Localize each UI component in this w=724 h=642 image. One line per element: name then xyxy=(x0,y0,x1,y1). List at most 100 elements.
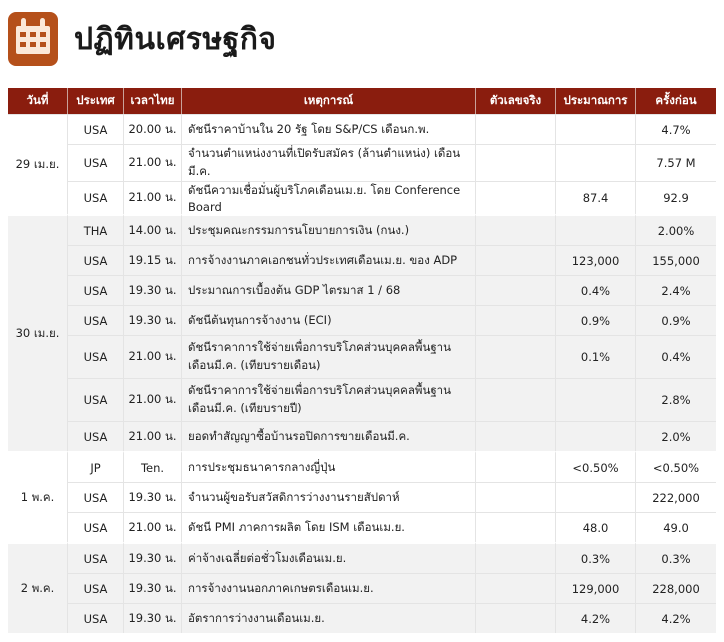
time-cell: 19.30 น. xyxy=(124,482,182,512)
header-time: เวลาไทย xyxy=(124,88,182,114)
event-line: ดัชนีราคาการใช้จ่ายเพื่อการบริโภคส่วนบุค… xyxy=(188,340,451,354)
time-cell: 21.00 น. xyxy=(124,335,182,378)
actual-cell xyxy=(476,573,556,603)
header-date: วันที่ xyxy=(8,88,68,114)
time-cell: 21.00 น. xyxy=(124,181,182,214)
date-cell: 29 เม.ย. xyxy=(8,114,68,214)
time-cell: 19.30 น. xyxy=(124,573,182,603)
actual-cell xyxy=(476,114,556,144)
forecast-cell xyxy=(556,114,636,144)
country-cell: USA xyxy=(68,114,124,144)
country-cell: USA xyxy=(68,512,124,542)
actual-cell xyxy=(476,214,556,245)
event-line: เดือนมี.ค. (เทียบรายเดือน) xyxy=(188,358,321,372)
actual-cell xyxy=(476,335,556,378)
country-cell: USA xyxy=(68,305,124,335)
forecast-cell xyxy=(556,421,636,451)
event-cell: อัตราการว่างงานเดือนเม.ย. xyxy=(182,603,476,633)
event-cell: ดัชนีราคาการใช้จ่ายเพื่อการบริโภคส่วนบุค… xyxy=(182,378,476,421)
event-cell: ดัชนี PMI ภาคการผลิต โดย ISM เดือนเม.ย. xyxy=(182,512,476,542)
forecast-cell xyxy=(556,378,636,421)
table-row: USA 21.00 น. ยอดทำสัญญาซื้อบ้านรอปิดการข… xyxy=(8,421,716,451)
country-cell: JP xyxy=(68,451,124,482)
event-cell: ดัชนีความเชื่อมั่นผู้บริโภคเดือนเม.ย. โด… xyxy=(182,181,476,214)
country-cell: USA xyxy=(68,421,124,451)
header-country: ประเทศ xyxy=(68,88,124,114)
table-row: USA 21.00 น. ดัชนีราคาการใช้จ่ายเพื่อการ… xyxy=(8,335,716,378)
forecast-cell: 0.9% xyxy=(556,305,636,335)
event-line: เดือนมี.ค. (เทียบรายปี) xyxy=(188,401,302,415)
previous-cell: 2.00% xyxy=(636,214,716,245)
forecast-cell xyxy=(556,482,636,512)
forecast-cell: 87.4 xyxy=(556,181,636,214)
table-row: USA 19.30 น. การจ้างงานนอกภาคเกษตรเดือนเ… xyxy=(8,573,716,603)
forecast-cell: 48.0 xyxy=(556,512,636,542)
previous-cell: 155,000 xyxy=(636,245,716,275)
event-cell: ประมาณการเบื้องต้น GDP ไตรมาส 1 / 68 xyxy=(182,275,476,305)
table-header-row: วันที่ ประเทศ เวลาไทย เหตุการณ์ ตัวเลขจร… xyxy=(8,88,716,114)
event-cell: ประชุมคณะกรรมการนโยบายการเงิน (กนง.) xyxy=(182,214,476,245)
event-cell: การประชุมธนาคารกลางญี่ปุ่น xyxy=(182,451,476,482)
forecast-cell: 0.3% xyxy=(556,542,636,573)
event-cell: ค่าจ้างเฉลี่ยต่อชั่วโมงเดือนเม.ย. xyxy=(182,542,476,573)
table-row: USA 21.00 น. จำนวนตำแหน่งงานที่เปิดรับสม… xyxy=(8,144,716,181)
page-header: ปฏิทินเศรษฐกิจ xyxy=(0,0,724,86)
previous-cell: 2.8% xyxy=(636,378,716,421)
date-cell: 30 เม.ย. xyxy=(8,214,68,451)
actual-cell xyxy=(476,603,556,633)
economic-calendar-table: วันที่ ประเทศ เวลาไทย เหตุการณ์ ตัวเลขจร… xyxy=(8,88,716,633)
previous-cell: 49.0 xyxy=(636,512,716,542)
previous-cell: 4.7% xyxy=(636,114,716,144)
actual-cell xyxy=(476,451,556,482)
table-row: USA 19.15 น. การจ้างงานภาคเอกชนทั่วประเท… xyxy=(8,245,716,275)
event-cell: จำนวนผู้ขอรับสวัสดิการว่างงานรายสัปดาห์ xyxy=(182,482,476,512)
actual-cell xyxy=(476,512,556,542)
table-row: 30 เม.ย. THA 14.00 น. ประชุมคณะกรรมการนโ… xyxy=(8,214,716,451)
forecast-cell: <0.50% xyxy=(556,451,636,482)
previous-cell: 92.9 xyxy=(636,181,716,214)
previous-cell: 228,000 xyxy=(636,573,716,603)
event-cell: ยอดทำสัญญาซื้อบ้านรอปิดการขายเดือนมี.ค. xyxy=(182,421,476,451)
previous-cell: 7.57 M xyxy=(636,144,716,181)
actual-cell xyxy=(476,144,556,181)
event-cell: การจ้างงานนอกภาคเกษตรเดือนเม.ย. xyxy=(182,573,476,603)
event-cell: การจ้างงานภาคเอกชนทั่วประเทศเดือนเม.ย. ข… xyxy=(182,245,476,275)
forecast-cell: 123,000 xyxy=(556,245,636,275)
time-cell: 19.15 น. xyxy=(124,245,182,275)
country-cell: USA xyxy=(68,335,124,378)
table-row: USA 21.00 น. ดัชนีราคาการใช้จ่ายเพื่อการ… xyxy=(8,378,716,421)
previous-cell: 0.4% xyxy=(636,335,716,378)
country-cell: USA xyxy=(68,603,124,633)
event-cell: จำนวนตำแหน่งงานที่เปิดรับสมัคร (ล้านตำแห… xyxy=(182,144,476,181)
table-row: USA 19.30 น. อัตราการว่างงานเดือนเม.ย. 4… xyxy=(8,603,716,633)
country-cell: USA xyxy=(68,245,124,275)
time-cell: 19.30 น. xyxy=(124,305,182,335)
actual-cell xyxy=(476,378,556,421)
date-cell: 2 พ.ค. xyxy=(8,542,68,633)
header-previous: ครั้งก่อน xyxy=(636,88,716,114)
event-cell: ดัชนีราคาการใช้จ่ายเพื่อการบริโภคส่วนบุค… xyxy=(182,335,476,378)
table-row: 2 พ.ค. USA 19.30 น. ค่าจ้างเฉลี่ยต่อชั่ว… xyxy=(8,542,716,633)
actual-cell xyxy=(476,245,556,275)
time-cell: 21.00 น. xyxy=(124,144,182,181)
previous-cell: 2.4% xyxy=(636,275,716,305)
time-cell: 21.00 น. xyxy=(124,421,182,451)
table-row: USA 21.00 น. ดัชนี PMI ภาคการผลิต โดย IS… xyxy=(8,512,716,542)
header-event: เหตุการณ์ xyxy=(182,88,476,114)
date-cell: 1 พ.ค. xyxy=(8,451,68,542)
time-cell: 19.30 น. xyxy=(124,603,182,633)
event-cell: ดัชนีต้นทุนการจ้างงาน (ECI) xyxy=(182,305,476,335)
time-cell: Ten. xyxy=(124,451,182,482)
time-cell: 19.30 น. xyxy=(124,275,182,305)
event-line: ดัชนีราคาการใช้จ่ายเพื่อการบริโภคส่วนบุค… xyxy=(188,383,451,397)
country-cell: USA xyxy=(68,378,124,421)
table-row: 29 เม.ย. USA 20.00 น. ดัชนีราคาบ้านใน 20… xyxy=(8,114,716,214)
actual-cell xyxy=(476,275,556,305)
table-row: USA 19.30 น. จำนวนผู้ขอรับสวัสดิการว่างง… xyxy=(8,482,716,512)
forecast-cell xyxy=(556,144,636,181)
forecast-cell: 0.4% xyxy=(556,275,636,305)
time-cell: 14.00 น. xyxy=(124,214,182,245)
forecast-cell: 129,000 xyxy=(556,573,636,603)
actual-cell xyxy=(476,421,556,451)
time-cell: 21.00 น. xyxy=(124,512,182,542)
